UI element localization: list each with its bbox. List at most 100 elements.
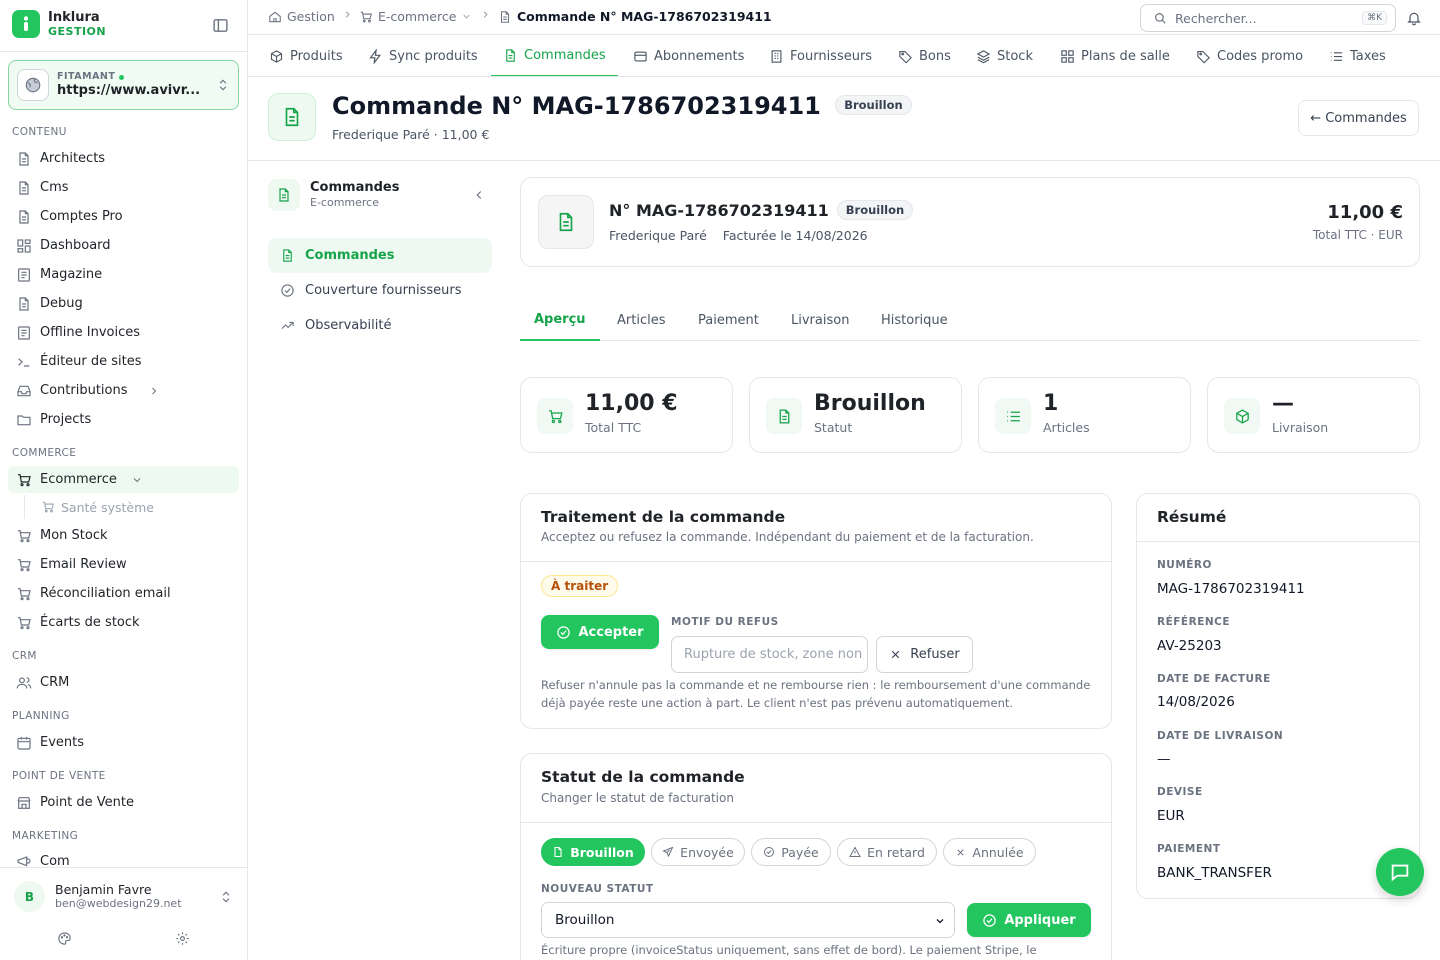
chevron-right-icon — [342, 9, 353, 20]
subnav-item-observabilite[interactable]: Observabilité — [268, 308, 492, 343]
chevron-left-icon[interactable] — [472, 188, 486, 202]
breadcrumb-ecommerce[interactable]: E-commerce — [359, 9, 472, 24]
tab-articles[interactable]: Articles — [617, 300, 665, 341]
status-chip-en-retard[interactable]: En retard — [837, 838, 937, 866]
chevrons-updown-icon[interactable] — [219, 890, 233, 904]
bell-icon[interactable] — [1406, 10, 1422, 26]
tab-label: Taxes — [1350, 48, 1386, 64]
tab-historique[interactable]: Historique — [881, 300, 948, 341]
apply-button[interactable]: Appliquer — [967, 903, 1091, 937]
tab-livraison[interactable]: Livraison — [791, 300, 849, 341]
store-icon — [16, 795, 32, 811]
order-meta: Frederique Paré Facturée le 14/08/2026 — [609, 228, 868, 243]
search-input[interactable]: Rechercher... ⌘K — [1140, 4, 1396, 32]
brand[interactable]: Inklura GESTION — [12, 10, 106, 38]
chat-button[interactable] — [1376, 848, 1424, 896]
list-icon — [1329, 49, 1344, 64]
sidebar-subitem-sante-systeme[interactable]: Santé système — [24, 495, 239, 519]
accept-button[interactable]: Accepter — [541, 615, 659, 649]
tab-codes-promo[interactable]: Codes promo — [1196, 35, 1303, 76]
divider — [521, 561, 1111, 562]
globe-icon — [17, 69, 49, 101]
status-chip-envoyee[interactable]: Envoyée — [651, 838, 745, 866]
page-header: Commande N° MAG-1786702319411 Brouillon … — [248, 77, 1440, 161]
subnav-item-commandes[interactable]: Commandes — [268, 238, 492, 273]
document-icon — [503, 48, 518, 63]
tab-bons[interactable]: Bons — [898, 35, 951, 76]
sidebar-item-dashboard[interactable]: Dashboard — [8, 232, 239, 259]
breadcrumb-home[interactable]: Gestion — [268, 9, 335, 24]
breadcrumb-home-label: Gestion — [287, 9, 335, 24]
sidebar-item-debug[interactable]: Debug — [8, 290, 239, 317]
sidebar-item-label: Contributions — [40, 383, 128, 398]
tab-commandes[interactable]: Commandes — [491, 35, 618, 76]
sidebar-item-editeur-de-sites[interactable]: Éditeur de sites — [8, 348, 239, 375]
sidebar-item-architects[interactable]: Architects — [8, 145, 239, 172]
refuse-button[interactable]: Refuser — [876, 636, 973, 673]
back-to-orders-button[interactable]: ← Commandes — [1298, 100, 1419, 136]
status-chip-brouillon[interactable]: Brouillon — [541, 838, 645, 866]
sidebar-item-label: Events — [40, 735, 85, 750]
treatment-card: Traitement de la commande Acceptez ou re… — [520, 493, 1112, 729]
cart-icon — [16, 586, 32, 602]
tab-abonnements[interactable]: Abonnements — [633, 35, 744, 76]
tab-apercu[interactable]: Aperçu — [520, 300, 600, 341]
zap-icon — [368, 48, 383, 64]
sidebar-item-ecommerce[interactable]: Ecommerce — [8, 466, 239, 493]
tab-sync-produits[interactable]: Sync produits — [368, 35, 478, 76]
order-tabs: Aperçu Articles Paiement Livraison Histo… — [520, 300, 1420, 341]
stat-label: Livraison — [1272, 420, 1329, 435]
sidebar-item-label: Cms — [40, 180, 69, 195]
tab-paiement[interactable]: Paiement — [698, 300, 759, 341]
new-status-select[interactable]: Brouillon — [541, 902, 955, 938]
order-invoiced-date: Facturée le 14/08/2026 — [722, 228, 868, 243]
chip-label: Payée — [781, 844, 819, 860]
grid-icon — [1060, 49, 1075, 64]
tenant-switcher[interactable]: FITAMANT https://www.avivr... — [8, 60, 239, 110]
status-card: Statut de la commande Changer le statut … — [520, 753, 1112, 960]
select-value: Brouillon — [555, 912, 615, 928]
divider — [0, 51, 247, 52]
user-menu[interactable]: B Benjamin Favre ben@webdesign29.net — [14, 881, 182, 912]
sidebar-item-contributions[interactable]: Contributions — [8, 377, 239, 404]
warning-icon — [849, 846, 861, 858]
chevron-down-icon — [129, 472, 145, 488]
chevron-right-icon — [480, 9, 491, 20]
refusal-reason-input[interactable]: Rupture de stock, zone non desservie — [671, 636, 868, 673]
sidebar-item-offline-invoices[interactable]: Offline Invoices — [8, 319, 239, 346]
brand-name: Inklura — [48, 9, 100, 25]
sidebar-item-events[interactable]: Events — [8, 729, 239, 756]
sidebar-item-label: Email Review — [40, 557, 127, 572]
sidebar-item-comptes-pro[interactable]: Comptes Pro — [8, 203, 239, 230]
section-commerce: COMMERCE — [12, 447, 77, 459]
sidebar-item-cms[interactable]: Cms — [8, 174, 239, 201]
document-icon — [268, 93, 316, 141]
cart-icon — [16, 557, 32, 573]
sidebar-item-projects[interactable]: Projects — [8, 406, 239, 433]
status-chip-annulee[interactable]: Annulée — [943, 838, 1036, 866]
tab-produits[interactable]: Produits — [269, 35, 343, 76]
palette-icon[interactable] — [57, 931, 72, 946]
sidebar-item-magazine[interactable]: Magazine — [8, 261, 239, 288]
tab-fournisseurs[interactable]: Fournisseurs — [769, 35, 872, 76]
accept-label: Accepter — [578, 624, 644, 640]
sidebar-item-point-de-vente[interactable]: Point de Vente — [8, 789, 239, 816]
sidebar-item-reconciliation-email[interactable]: Réconciliation email — [8, 580, 239, 607]
tab-taxes[interactable]: Taxes — [1329, 35, 1386, 76]
tab-plans-de-salle[interactable]: Plans de salle — [1060, 35, 1170, 76]
sidebar-item-mon-stock[interactable]: Mon Stock — [8, 522, 239, 549]
status-chip-payee[interactable]: Payée — [751, 838, 831, 866]
tab-label: Bons — [919, 48, 951, 64]
order-summary-card: N° MAG-1786702319411 Brouillon Frederiqu… — [520, 177, 1420, 267]
module-tabs: Produits Sync produits Commandes Abonnem… — [248, 34, 1440, 77]
tab-label: Produits — [290, 48, 343, 64]
sidebar-item-com[interactable]: Com — [8, 849, 239, 867]
subnav-item-couverture-fournisseurs[interactable]: Couverture fournisseurs — [268, 273, 492, 308]
sidebar-item-email-review[interactable]: Email Review — [8, 551, 239, 578]
sidebar-item-crm[interactable]: CRM — [8, 669, 239, 696]
tab-stock[interactable]: Stock — [976, 35, 1033, 76]
tab-label: Sync produits — [389, 48, 478, 64]
gear-icon[interactable] — [175, 931, 190, 946]
sidebar-toggle-icon[interactable] — [212, 17, 229, 34]
sidebar-item-ecarts-de-stock[interactable]: Écarts de stock — [8, 609, 239, 636]
